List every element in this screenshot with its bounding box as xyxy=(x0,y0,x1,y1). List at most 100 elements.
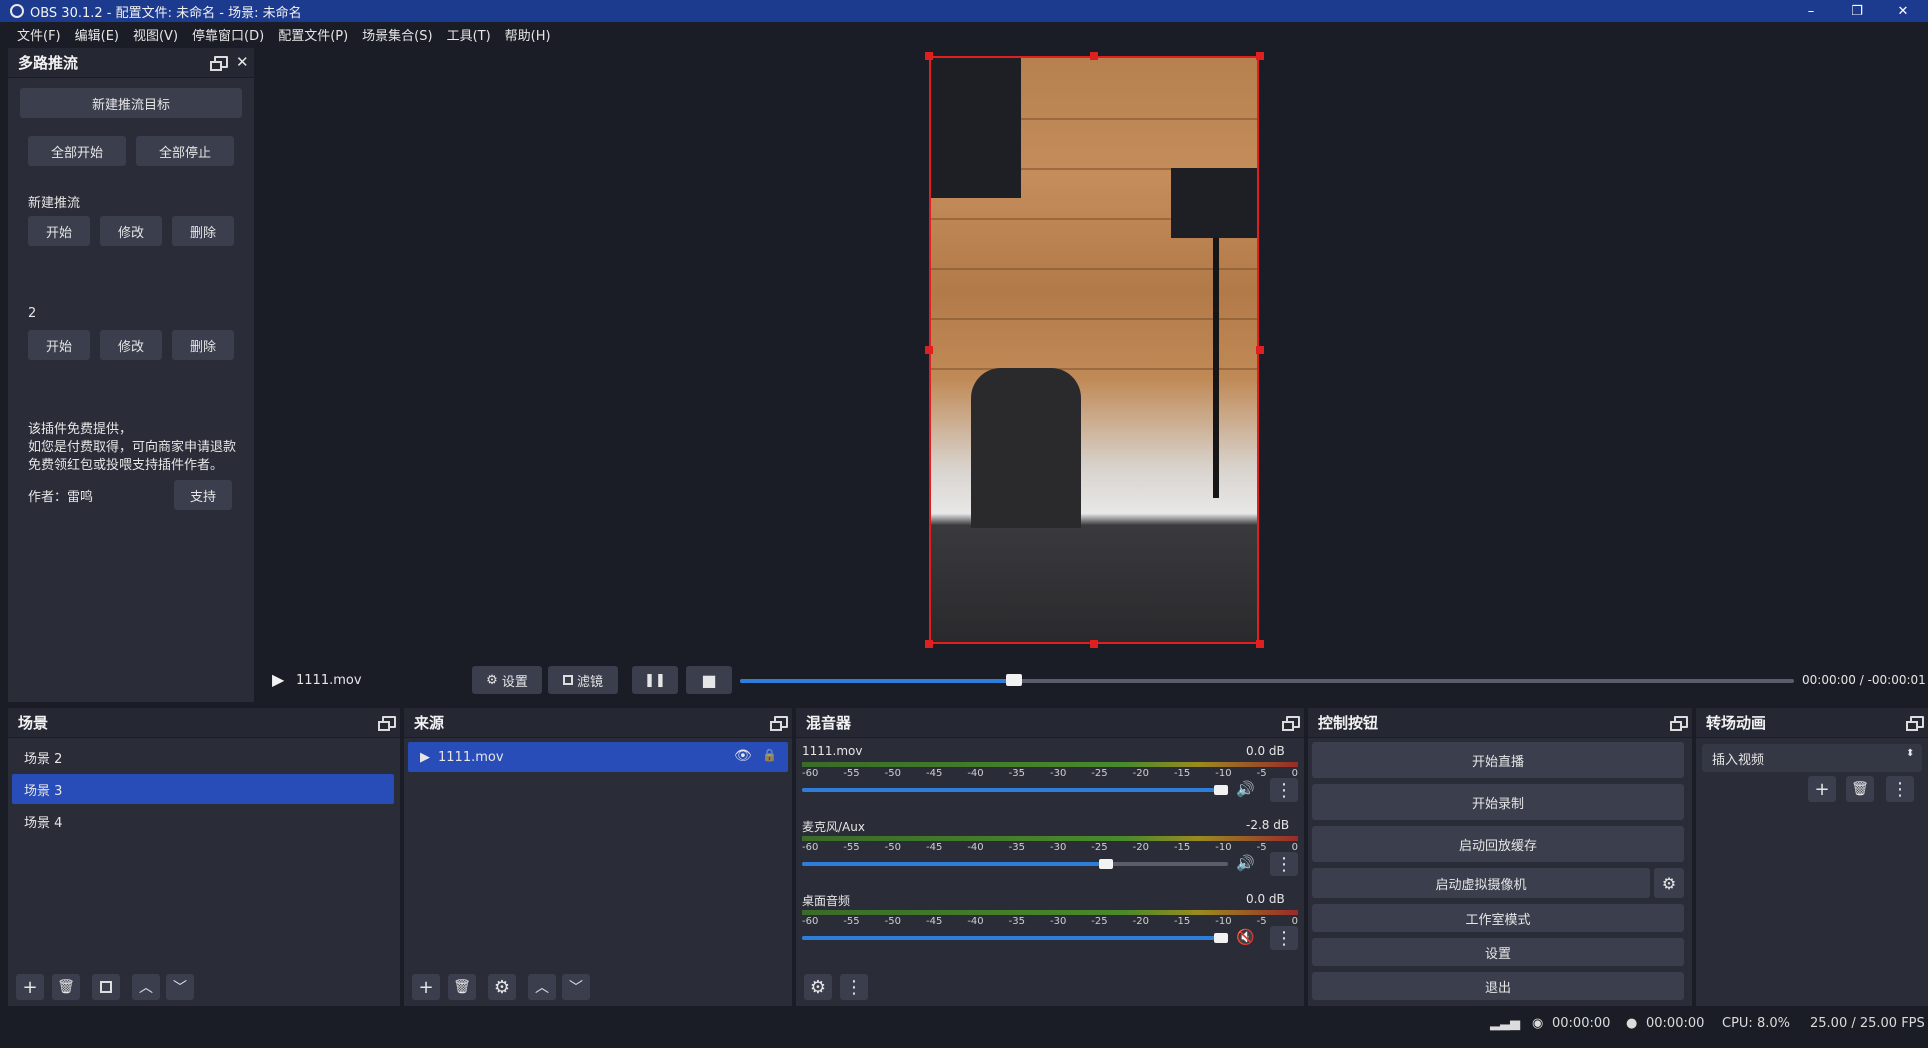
menu-view[interactable]: 视图(V) xyxy=(126,25,185,44)
stream-2-edit-button[interactable]: 修改 xyxy=(100,330,162,360)
channel-menu-button[interactable]: ⋮ xyxy=(1270,926,1298,950)
seek-handle[interactable] xyxy=(1006,674,1022,686)
visibility-eye-icon[interactable]: 👁 xyxy=(734,748,752,764)
new-target-button[interactable]: 新建推流目标 xyxy=(20,88,242,118)
float-dock-icon[interactable] xyxy=(210,56,228,71)
resize-handle-l[interactable] xyxy=(925,346,933,354)
source-preview-image[interactable] xyxy=(929,56,1259,644)
meter-tick-label: -10 xyxy=(1215,842,1232,853)
move-source-up-button[interactable]: ︿ xyxy=(528,974,556,1000)
scenes-dock: 场景 场景 2 场景 3 场景 4 + 🗑 ︿ ﹀ xyxy=(8,708,400,1008)
move-source-down-button[interactable]: ﹀ xyxy=(562,974,590,1000)
filter-icon xyxy=(562,675,573,685)
start-recording-button[interactable]: 开始录制 xyxy=(1312,784,1684,820)
transition-select[interactable]: 插入视频 ⬍ xyxy=(1702,744,1922,772)
menu-docks[interactable]: 停靠窗口(D) xyxy=(185,25,271,44)
channel-menu-button[interactable]: ⋮ xyxy=(1270,852,1298,876)
remove-scene-button[interactable]: 🗑 xyxy=(52,974,80,1000)
scene-item[interactable]: 场景 4 xyxy=(12,806,394,836)
menu-tools[interactable]: 工具(T) xyxy=(440,25,498,44)
resize-handle-t[interactable] xyxy=(1090,52,1098,60)
stop-icon: ■ xyxy=(701,670,717,690)
add-transition-button[interactable]: + xyxy=(1808,776,1836,802)
more-icon: ⋮ xyxy=(1275,779,1293,801)
resize-handle-b[interactable] xyxy=(1090,640,1098,648)
source-properties-button[interactable]: ⚙ xyxy=(488,974,516,1000)
scene-item-selected[interactable]: 场景 3 xyxy=(12,774,394,804)
meter-tick-label: -30 xyxy=(1049,842,1067,853)
resize-handle-r[interactable] xyxy=(1256,346,1264,354)
start-streaming-button[interactable]: 开始直播 xyxy=(1312,742,1684,778)
menu-file[interactable]: 文件(F) xyxy=(10,25,68,44)
close-button[interactable]: ✕ xyxy=(1880,0,1926,22)
muted-speaker-icon[interactable]: 🔇 xyxy=(1236,928,1255,946)
channel-menu-button[interactable]: ⋮ xyxy=(1270,778,1298,802)
float-dock-icon[interactable] xyxy=(1282,716,1300,731)
move-scene-up-button[interactable]: ︿ xyxy=(132,974,160,1000)
media-filters-button[interactable]: 滤镜 xyxy=(548,666,618,694)
speaker-icon[interactable]: 🔊 xyxy=(1236,854,1255,872)
mixer-menu-button[interactable]: ⋮ xyxy=(840,974,868,1000)
menu-edit[interactable]: 编辑(E) xyxy=(68,25,126,44)
source-item-selected[interactable]: ▶ 1111.mov 👁 🔒 xyxy=(408,742,788,772)
pause-button[interactable]: ❚❚ xyxy=(632,666,678,694)
stream-indicator-icon: ◉ xyxy=(1532,1016,1544,1031)
exit-button[interactable]: 退出 xyxy=(1312,972,1684,1000)
virtual-camera-settings-button[interactable]: ⚙ xyxy=(1654,868,1684,898)
meter-tick-label: -25 xyxy=(1091,768,1108,779)
stream-1-start-button[interactable]: 开始 xyxy=(28,216,90,246)
settings-button[interactable]: 设置 xyxy=(1312,938,1684,966)
controls-title: 控制按钮 xyxy=(1318,714,1379,732)
stream-1-edit-button[interactable]: 修改 xyxy=(100,216,162,246)
notice-line-1: 该插件免费提供， xyxy=(28,422,133,437)
remove-transition-button[interactable]: 🗑 xyxy=(1846,776,1874,802)
meter-tick-label: -10 xyxy=(1215,768,1232,779)
meter-tick-label: -20 xyxy=(1132,768,1149,779)
meter-tick-label: -15 xyxy=(1173,842,1191,853)
resize-handle-tr[interactable] xyxy=(1256,52,1264,60)
float-dock-icon[interactable] xyxy=(378,716,396,731)
float-dock-icon[interactable] xyxy=(770,716,788,731)
record-time: 00:00:00 xyxy=(1646,1016,1705,1031)
minimize-button[interactable]: – xyxy=(1788,0,1834,22)
menu-help[interactable]: 帮助(H) xyxy=(498,25,558,44)
move-scene-down-button[interactable]: ﹀ xyxy=(166,974,194,1000)
lock-icon[interactable]: 🔒 xyxy=(762,748,777,762)
add-source-button[interactable]: + xyxy=(412,974,440,1000)
volume-handle[interactable] xyxy=(1099,859,1113,869)
resize-handle-bl[interactable] xyxy=(925,640,933,648)
channel-db: -2.8 dB xyxy=(1246,818,1290,832)
menu-profile[interactable]: 配置文件(P) xyxy=(271,25,355,44)
resize-handle-br[interactable] xyxy=(1256,640,1264,648)
speaker-icon[interactable]: 🔊 xyxy=(1236,780,1255,798)
restore-button[interactable]: ❐ xyxy=(1834,0,1880,22)
studio-mode-button[interactable]: 工作室模式 xyxy=(1312,904,1684,932)
play-icon[interactable]: ▶ xyxy=(272,670,284,689)
stream-2-start-button[interactable]: 开始 xyxy=(28,330,90,360)
meter-tick-label: -15 xyxy=(1173,916,1191,927)
volume-handle[interactable] xyxy=(1214,933,1228,943)
dropdown-arrow-icon: ⬍ xyxy=(1906,748,1915,759)
transition-menu-button[interactable]: ⋮ xyxy=(1886,776,1914,802)
float-dock-icon[interactable] xyxy=(1906,716,1924,731)
close-dock-icon[interactable]: ✕ xyxy=(236,53,249,71)
start-all-button[interactable]: 全部开始 xyxy=(28,136,126,166)
replay-buffer-button[interactable]: 启动回放缓存 xyxy=(1312,826,1684,862)
resize-handle-tl[interactable] xyxy=(925,52,933,60)
advanced-audio-button[interactable]: ⚙ xyxy=(804,974,832,1000)
support-button[interactable]: 支持 xyxy=(174,480,232,510)
menu-scene-collection[interactable]: 场景集合(S) xyxy=(355,25,439,44)
float-dock-icon[interactable] xyxy=(1670,716,1688,731)
stream-1-delete-button[interactable]: 删除 xyxy=(172,216,234,246)
stop-button[interactable]: ■ xyxy=(686,666,732,694)
trash-icon: 🗑 xyxy=(57,979,75,995)
scene-item[interactable]: 场景 2 xyxy=(12,742,394,772)
remove-source-button[interactable]: 🗑 xyxy=(448,974,476,1000)
add-scene-button[interactable]: + xyxy=(16,974,44,1000)
media-settings-button[interactable]: ⚙ 设置 xyxy=(472,666,542,694)
stop-all-button[interactable]: 全部停止 xyxy=(136,136,234,166)
volume-handle[interactable] xyxy=(1214,785,1228,795)
stream-2-delete-button[interactable]: 删除 xyxy=(172,330,234,360)
scene-filters-button[interactable] xyxy=(92,974,120,1000)
virtual-camera-button[interactable]: 启动虚拟摄像机 xyxy=(1312,868,1650,898)
